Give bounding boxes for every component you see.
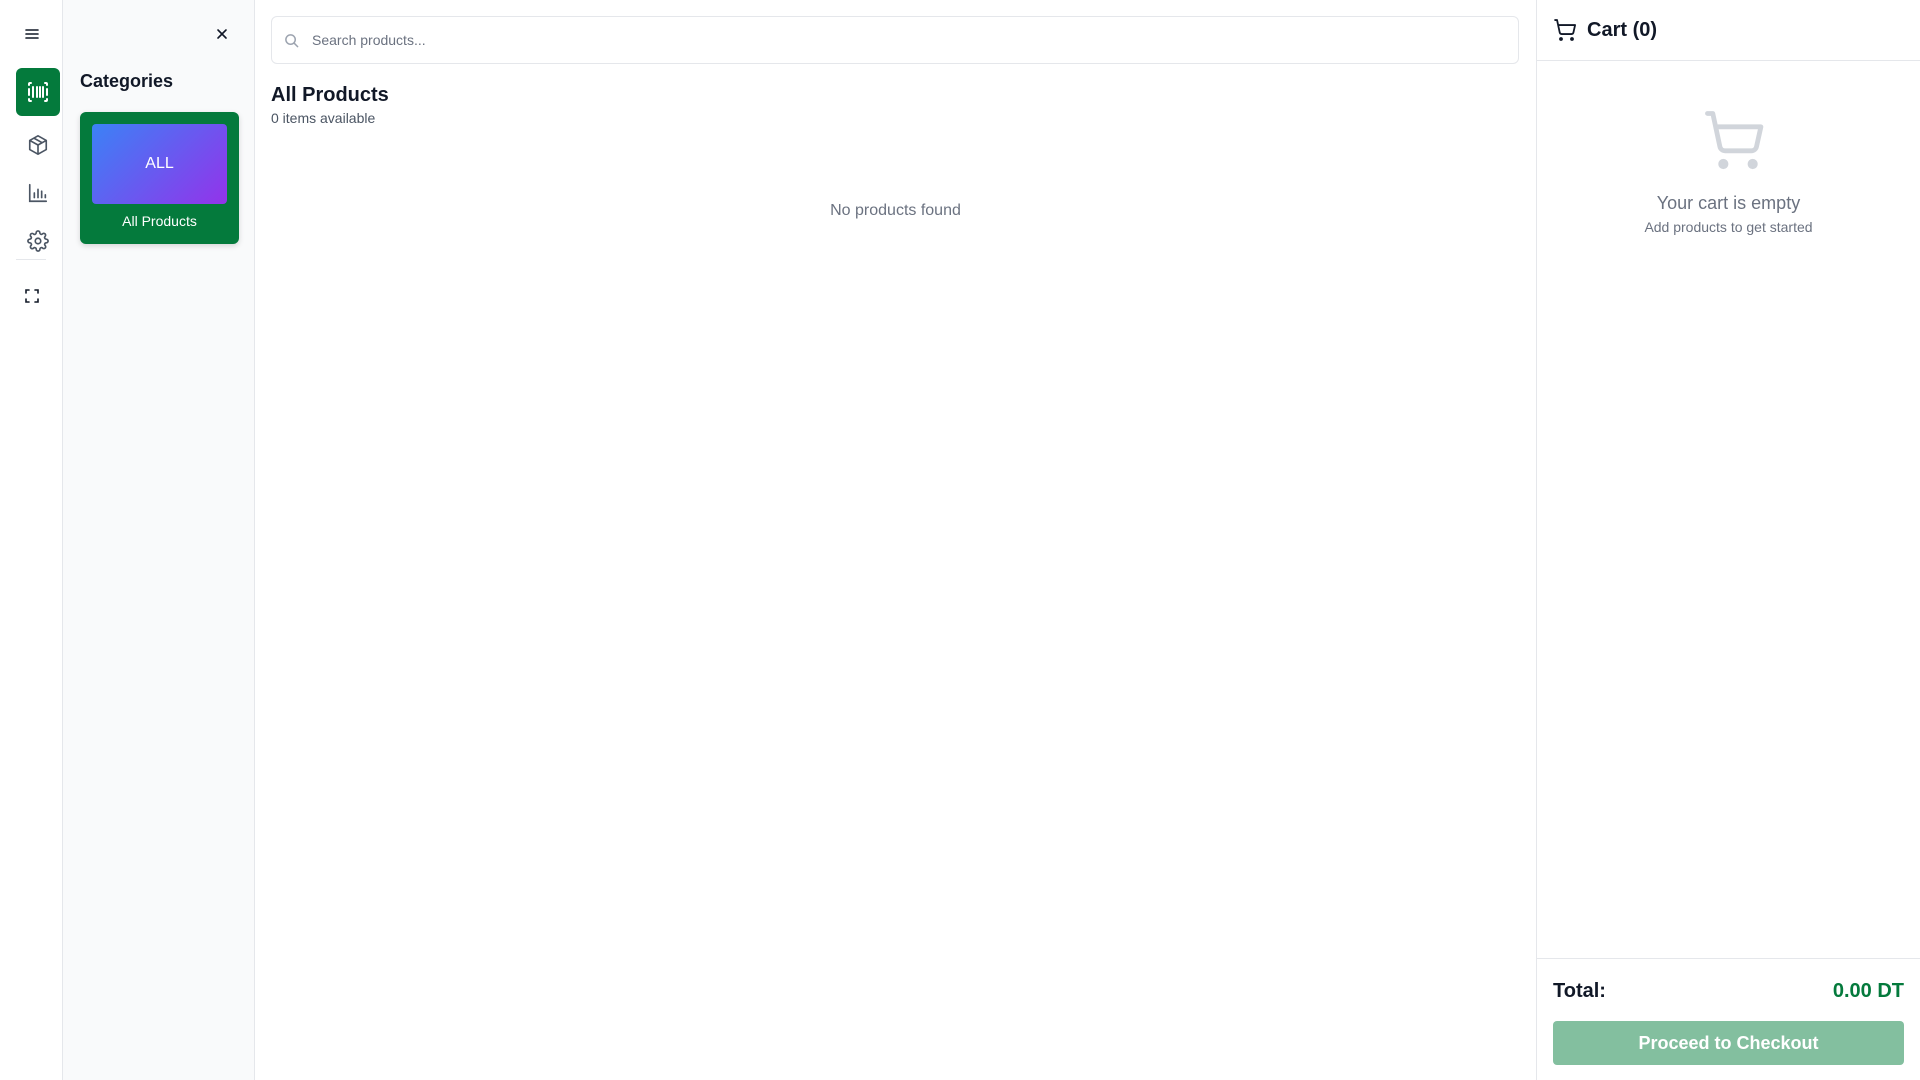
empty-cart-icon [1705, 111, 1764, 170]
empty-products-message: No products found [830, 202, 961, 219]
rail-item-settings[interactable] [16, 223, 60, 259]
category-label: All Products [122, 213, 197, 229]
products-main: All Products 0 items available No produc… [255, 0, 1536, 1080]
empty-cart-subtitle: Add products to get started [1644, 219, 1813, 235]
category-thumbnail-label: ALL [145, 155, 174, 172]
items-count: 0 items available [271, 110, 376, 126]
close-icon [217, 29, 227, 39]
barcode-icon [28, 82, 48, 102]
cart-footer: Total: 0.00 DT Proceed to Checkout [1537, 958, 1920, 1080]
empty-cart-title: Your cart is empty [1656, 193, 1801, 213]
fullscreen-button[interactable] [20, 284, 44, 308]
categories-panel: Categories ALL All Products [63, 0, 255, 1080]
cart-panel: Cart (0) Your cart is empty Add products… [1536, 0, 1920, 1080]
rail-divider [16, 259, 46, 260]
icon-rail [0, 0, 63, 1080]
bar-chart-icon [28, 183, 48, 203]
close-categories-button[interactable] [210, 22, 234, 46]
rail-item-products[interactable] [16, 127, 60, 163]
menu-toggle-button[interactable] [20, 22, 44, 46]
checkout-button[interactable]: Proceed to Checkout [1553, 1021, 1904, 1065]
category-thumbnail: ALL [92, 124, 227, 204]
cart-title: Cart (0) [1587, 19, 1658, 41]
rail-item-reports[interactable] [16, 175, 60, 211]
search-icon [285, 34, 299, 48]
package-icon [28, 135, 48, 155]
search-input[interactable] [312, 17, 1512, 63]
gear-icon [27, 230, 49, 252]
fullscreen-icon [25, 289, 39, 303]
total-value: 0.00 DT [1832, 980, 1904, 1002]
categories-title: Categories [80, 71, 174, 91]
search-box [271, 16, 1519, 64]
category-card-all[interactable]: ALL All Products [80, 112, 239, 244]
cart-header: Cart (0) [1537, 0, 1920, 61]
page-title: All Products [271, 84, 389, 106]
menu-icon [25, 29, 39, 39]
pos-app: Categories ALL All Products All Products… [0, 0, 1920, 1080]
cart-icon [1554, 19, 1576, 41]
rail-item-scanner[interactable] [16, 68, 60, 116]
total-label: Total: [1553, 980, 1606, 1002]
